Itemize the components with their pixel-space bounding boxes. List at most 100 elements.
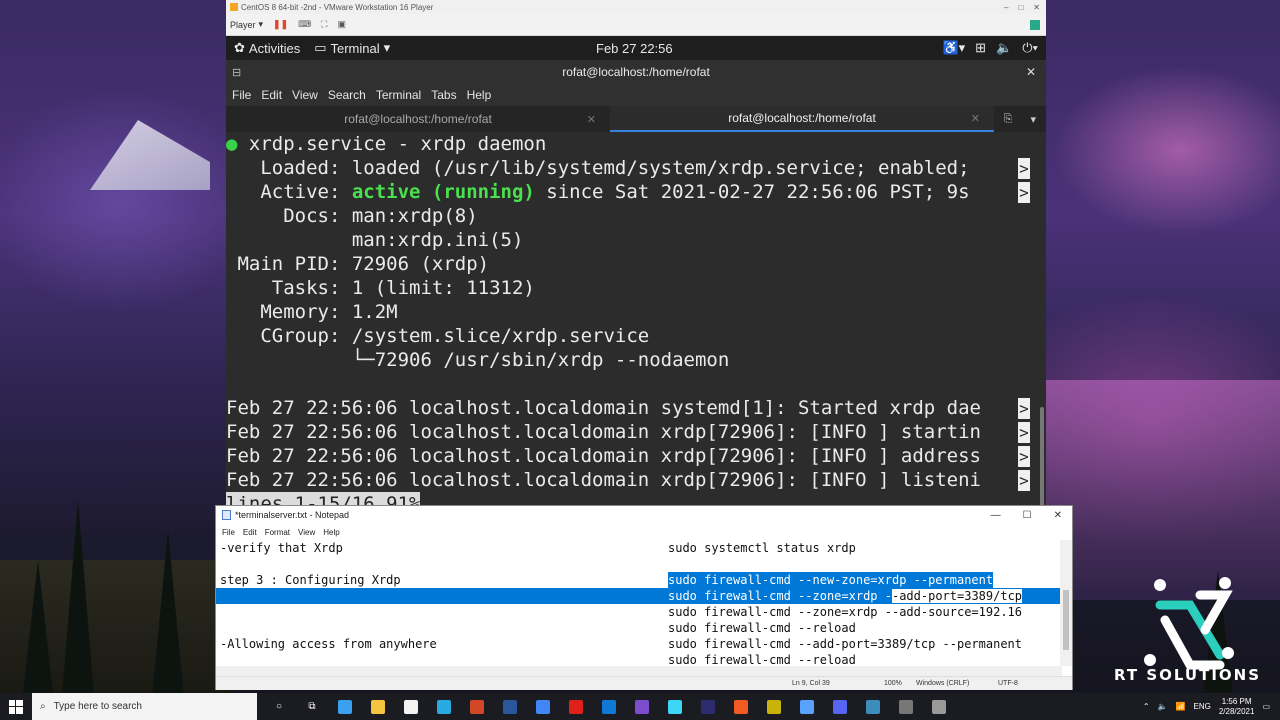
taskbar-app-icon[interactable] bbox=[400, 693, 422, 720]
menu-view[interactable]: View bbox=[292, 88, 318, 102]
app-glyph-icon bbox=[602, 699, 616, 714]
tray-chevron-icon[interactable]: ⌃ bbox=[1143, 702, 1150, 711]
network-icon[interactable]: 📶 bbox=[1176, 702, 1186, 711]
taskbar-app-icon[interactable] bbox=[730, 693, 752, 720]
text-line: sudo firewall-cmd --reload bbox=[668, 621, 856, 635]
terminal-line: Feb 27 22:56:06 localhost.localdomain xr… bbox=[226, 421, 1030, 443]
taskbar-app-icon[interactable] bbox=[928, 693, 950, 720]
menu-terminal[interactable]: Terminal bbox=[376, 88, 421, 102]
tab-close-icon[interactable]: ✕ bbox=[587, 113, 596, 126]
notepad-horizontal-scrollbar[interactable] bbox=[216, 666, 1062, 676]
terminal-close-icon[interactable]: ✕ bbox=[1026, 65, 1036, 79]
continuation-marker: > bbox=[1018, 182, 1030, 203]
notification-icon[interactable]: ▭ bbox=[1262, 702, 1270, 711]
taskbar-app-icon[interactable] bbox=[862, 693, 884, 720]
notepad-window[interactable]: *terminalserver.txt - Notepad — ☐ ✕ File… bbox=[215, 505, 1073, 690]
taskbar-app-icon[interactable] bbox=[796, 693, 818, 720]
fullscreen-icon[interactable]: ⛶ bbox=[321, 19, 327, 30]
terminal-line: Feb 27 22:56:06 localhost.localdomain xr… bbox=[226, 445, 1030, 467]
maximize-button[interactable]: □ bbox=[1018, 3, 1023, 12]
notepad-minimize-button[interactable]: — bbox=[991, 510, 1001, 521]
scroll-thumb[interactable] bbox=[1063, 590, 1069, 650]
network-icon[interactable]: ⊞ bbox=[975, 40, 986, 56]
menu-help[interactable]: Help bbox=[467, 88, 492, 102]
terminal-tab-2[interactable]: rofat@localhost:/home/rofat ✕ bbox=[610, 106, 994, 132]
vmware-window[interactable]: CentOS 8 64-bit -2nd - VMware Workstatio… bbox=[226, 0, 1046, 505]
taskbar-app-icon[interactable] bbox=[499, 693, 521, 720]
tab-close-icon[interactable]: ✕ bbox=[971, 112, 980, 125]
taskbar-app-icon[interactable] bbox=[466, 693, 488, 720]
message-icon[interactable] bbox=[1030, 19, 1040, 30]
gnome-clock[interactable]: Feb 27 22:56 bbox=[596, 41, 673, 56]
menu-edit[interactable]: Edit bbox=[261, 88, 282, 102]
tab-label: rofat@localhost:/home/rofat bbox=[728, 111, 876, 125]
window-menu-icon[interactable]: ⊟ bbox=[232, 66, 241, 79]
np-menu-view[interactable]: View bbox=[298, 528, 315, 537]
notepad-vertical-scrollbar[interactable] bbox=[1060, 540, 1072, 666]
new-tab-icon[interactable]: ⎘ bbox=[1004, 113, 1013, 126]
zoom-level: 100% bbox=[884, 680, 902, 687]
app-glyph-icon bbox=[932, 699, 946, 714]
menu-tabs[interactable]: Tabs bbox=[431, 88, 456, 102]
notepad-maximize-button[interactable]: ☐ bbox=[1023, 510, 1032, 521]
tree bbox=[150, 530, 186, 720]
taskbar-app-icon[interactable] bbox=[631, 693, 653, 720]
taskbar-app-icon[interactable] bbox=[334, 693, 356, 720]
start-button[interactable] bbox=[0, 693, 32, 720]
notepad-icon bbox=[222, 510, 231, 520]
accessibility-icon[interactable]: ♿▾ bbox=[942, 40, 965, 56]
taskbar-app-icon[interactable] bbox=[367, 693, 389, 720]
menu-file[interactable]: File bbox=[232, 88, 251, 102]
taskbar-search-box[interactable]: ⌕ Type here to search bbox=[32, 693, 257, 720]
pager-status-line: lines 1-15/16 91% bbox=[226, 492, 1046, 505]
terminal-line: ● xrdp.service - xrdp daemon bbox=[226, 133, 547, 155]
terminal-app-menu[interactable]: ▭ Terminal ▾ bbox=[314, 40, 390, 56]
terminal-scrollbar[interactable] bbox=[1040, 407, 1044, 505]
taskbar-app-icon[interactable] bbox=[664, 693, 686, 720]
tabs-menu-icon[interactable]: ▾ bbox=[1030, 113, 1036, 126]
cortana-icon[interactable]: ○ bbox=[268, 693, 290, 720]
taskbar-app-icon[interactable] bbox=[895, 693, 917, 720]
np-menu-edit[interactable]: Edit bbox=[243, 528, 257, 537]
taskbar-app-icon[interactable] bbox=[565, 693, 587, 720]
close-button[interactable]: ✕ bbox=[1033, 3, 1040, 12]
vmware-titlebar: CentOS 8 64-bit -2nd - VMware Workstatio… bbox=[226, 0, 1046, 14]
gnome-icon: ✿ bbox=[234, 40, 245, 55]
taskbar-app-icon[interactable] bbox=[532, 693, 554, 720]
app-glyph-icon bbox=[437, 699, 451, 714]
notepad-close-button[interactable]: ✕ bbox=[1054, 510, 1062, 521]
taskbar-app-icon[interactable] bbox=[598, 693, 620, 720]
volume-icon[interactable]: 🔈 bbox=[1158, 702, 1168, 711]
vmware-toolbar: Player ▾ ❚❚ ⌨ ⛶ ▣ bbox=[226, 14, 1046, 36]
volume-icon[interactable]: 🔈 bbox=[996, 40, 1012, 56]
taskbar-clock[interactable]: 1:56 PM 2/28/2021 bbox=[1219, 697, 1255, 717]
np-menu-help[interactable]: Help bbox=[323, 528, 339, 537]
np-menu-format[interactable]: Format bbox=[265, 528, 290, 537]
taskbar-app-icon[interactable] bbox=[697, 693, 719, 720]
app-glyph-icon bbox=[404, 699, 418, 714]
menu-search[interactable]: Search bbox=[328, 88, 366, 102]
status-dot-icon: ● bbox=[226, 133, 238, 155]
pause-icon[interactable]: ❚❚ bbox=[273, 19, 288, 30]
notepad-text-area[interactable]: -verify that Xrdp sudo systemctl status x… bbox=[216, 540, 1062, 666]
chevron-down-icon[interactable]: ▾ bbox=[259, 19, 264, 30]
terminal-output[interactable]: ● xrdp.service - xrdp daemon Loaded: loa… bbox=[226, 132, 1046, 505]
app-glyph-icon bbox=[635, 699, 649, 714]
app-glyph-icon bbox=[668, 699, 682, 714]
send-keys-icon[interactable]: ⌨ bbox=[298, 19, 311, 30]
np-menu-file[interactable]: File bbox=[222, 528, 235, 537]
language-indicator[interactable]: ENG bbox=[1194, 702, 1211, 711]
taskbar-app-icon[interactable] bbox=[763, 693, 785, 720]
player-menu[interactable]: Player bbox=[230, 20, 256, 30]
selected-text: sudo firewall-cmd --zone=xrdp - bbox=[668, 589, 892, 603]
app-glyph-icon bbox=[371, 699, 385, 714]
activities-button[interactable]: ✿ Activities bbox=[234, 40, 300, 56]
taskbar-app-icon[interactable] bbox=[433, 693, 455, 720]
taskbar-app-icon[interactable] bbox=[829, 693, 851, 720]
unity-icon[interactable]: ▣ bbox=[337, 19, 346, 30]
terminal-tab-1[interactable]: rofat@localhost:/home/rofat ✕ bbox=[226, 106, 610, 132]
task-view-icon[interactable]: ⧉ bbox=[301, 693, 323, 720]
encoding: UTF-8 bbox=[998, 680, 1018, 687]
minimize-button[interactable]: – bbox=[1004, 3, 1008, 12]
power-icon[interactable]: ⏻▾ bbox=[1022, 40, 1038, 56]
